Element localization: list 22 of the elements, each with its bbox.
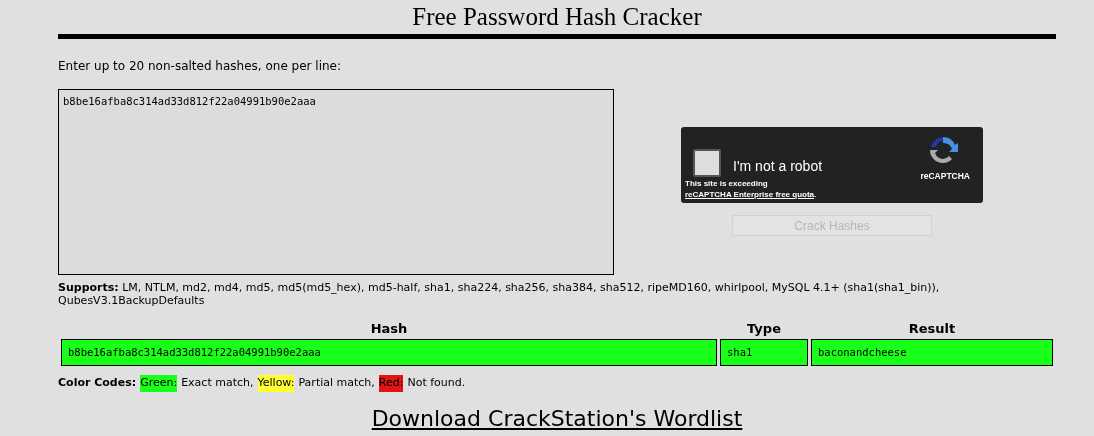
color-code-meaning: Exact match, xyxy=(181,375,254,391)
color-code-meaning: Partial match, xyxy=(298,375,375,391)
recaptcha-brand: reCAPTCHA xyxy=(920,170,970,183)
table-cell: baconandcheese xyxy=(811,339,1053,366)
color-code-swatch: Red: xyxy=(378,375,404,392)
captcha-label: I'm not a robot xyxy=(733,157,823,176)
captcha-checkbox[interactable] xyxy=(693,149,721,177)
supported-algorithms-text: Supports: LM, NTLM, md2, md4, md5, md5(md5_hex), md5-half, sha1, sha224, sha256, sha384, sha512, ripeMD160, whirlpool, MySQL 4.1+ (sha1(sha1_bin)), QubesV3.1BackupDefaults xyxy=(58,281,941,307)
column-header: Result xyxy=(907,322,957,336)
table-cell: sha1 xyxy=(720,339,808,366)
recaptcha-logo-icon xyxy=(927,134,959,166)
color-codes-label: Color Codes: xyxy=(58,375,137,391)
instructions-text: Enter up to 20 non-salted hashes, one per line: xyxy=(58,58,343,75)
captcha-notice: This site is exceeding reCAPTCHA Enterprise free quota. xyxy=(685,178,818,200)
hash-input-field[interactable]: b8be16afba8c314ad33d812f22a04991b90e2aaa xyxy=(58,89,614,275)
table-cell: b8be16afba8c314ad33d812f22a04991b90e2aaa xyxy=(61,339,717,366)
color-code-swatch: Green: xyxy=(140,375,178,392)
column-header: Type xyxy=(746,322,782,336)
color-code-meaning: Not found. xyxy=(407,375,466,391)
column-header: Hash xyxy=(369,322,409,336)
download-wordlist-link[interactable]: Download CrackStation's Wordlist xyxy=(371,405,743,432)
page-title: Free Password Hash Cracker xyxy=(58,0,1056,39)
